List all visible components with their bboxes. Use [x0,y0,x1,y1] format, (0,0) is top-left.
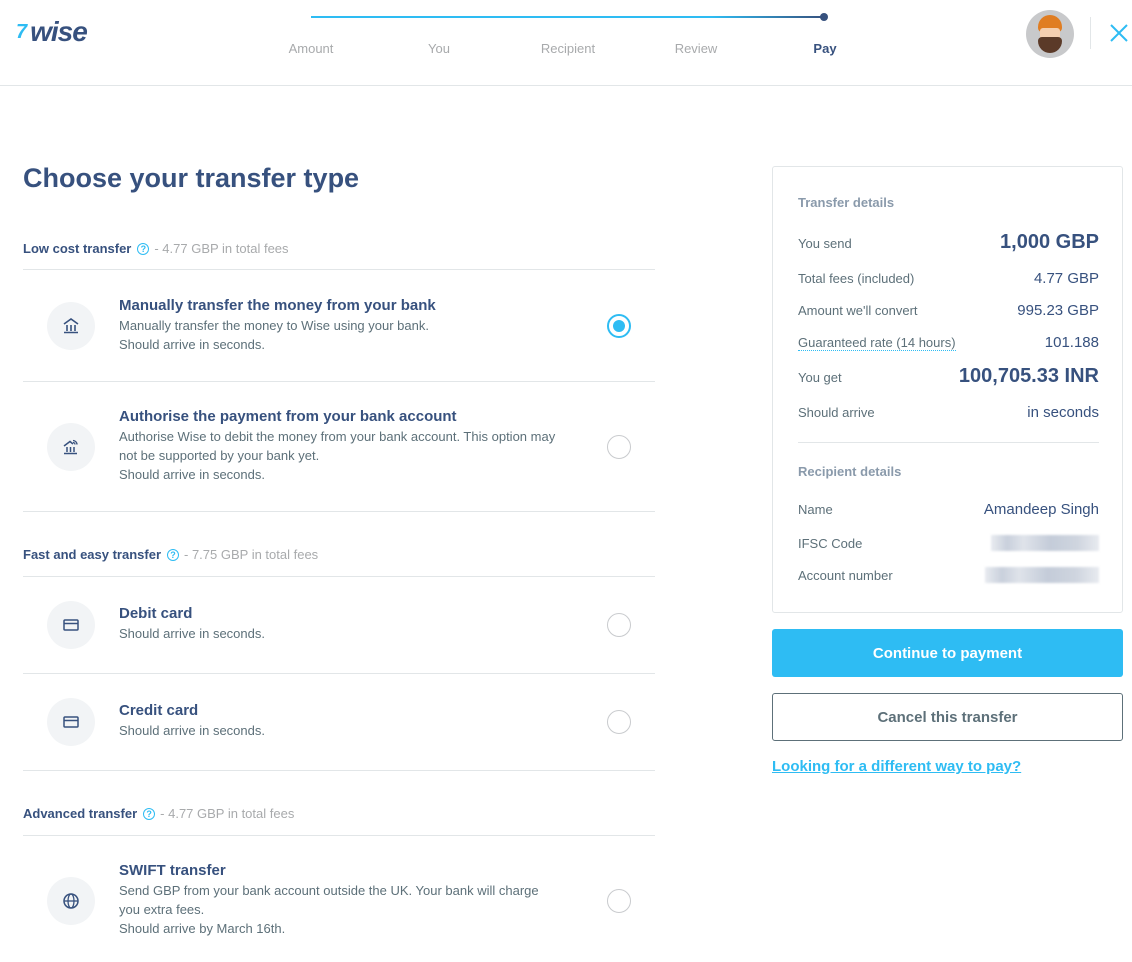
row-value: 100,705.33 INR [958,365,1099,387]
radio-debit-card[interactable] [607,613,631,637]
row-key: Account number [798,567,893,583]
transfer-summary-card: Transfer details You send 1,000 GBP Tota… [772,166,1123,613]
stepper-track [311,16,825,18]
stepper-current-dot [820,13,828,21]
transfer-details-label: Transfer details [798,195,895,210]
option-desc: Authorise Wise to debit the money from y… [119,429,556,463]
recipient-details-label: Recipient details [798,464,902,479]
radio-authorise-bank-payment[interactable] [607,435,631,459]
section-fast-easy: Fast and easy transfer ? - 7.75 GBP in t… [23,547,318,562]
option-title: Credit card [119,702,199,719]
option-credit-card[interactable]: Credit card Should arrive in seconds. [23,674,655,770]
close-button[interactable] [1108,22,1130,44]
row-key: You send [798,236,852,251]
row-key: Name [798,502,833,517]
option-text: Manually transfer the money from your ba… [119,296,559,354]
cancel-transfer-button[interactable]: Cancel this transfer [772,693,1123,741]
close-icon [1110,24,1128,42]
option-eta: Should arrive in seconds. [119,337,265,352]
option-authorise-bank-payment[interactable]: Authorise the payment from your bank acc… [23,382,655,511]
header-divider [1090,17,1091,49]
redacted-value [985,567,1099,583]
option-title: Manually transfer the money from your ba… [119,297,436,314]
row-recipient-name: Name Amandeep Singh [798,501,1099,518]
section-name: Fast and easy transfer [23,547,162,562]
avatar-beard [1038,37,1062,53]
row-you-send: You send 1,000 GBP [798,231,1099,254]
bank-wireless-icon [47,423,95,471]
option-swift-transfer[interactable]: SWIFT transfer Send GBP from your bank a… [23,836,655,962]
continue-to-payment-button[interactable]: Continue to payment [772,629,1123,677]
wise-wordmark: wise [30,16,88,47]
row-value: Amandeep Singh [983,501,1099,518]
row-ifsc-code: IFSC Code [798,535,1099,551]
step-review[interactable]: Review [675,41,718,56]
section-name: Advanced transfer [23,806,138,821]
step-pay: Pay [813,41,837,56]
radio-credit-card[interactable] [607,710,631,734]
row-key: Should arrive [798,405,875,420]
row-key: Total fees (included) [798,271,915,286]
row-total-fees: Total fees (included) 4.77 GBP [798,270,1099,287]
option-text: Authorise the payment from your bank acc… [119,407,559,484]
option-eta: Should arrive by March 16th. [119,921,286,936]
option-text: Credit card Should arrive in seconds. [119,701,559,740]
guaranteed-rate-link[interactable]: Guaranteed rate (14 hours) [798,335,956,351]
radio-swift-transfer[interactable] [607,889,631,913]
step-recipient[interactable]: Recipient [541,41,595,56]
option-manual-bank-transfer[interactable]: Manually transfer the money from your ba… [23,270,655,381]
row-guaranteed-rate: Guaranteed rate (14 hours) 101.188 [798,334,1099,351]
option-title: Authorise the payment from your bank acc… [119,408,457,425]
option-debit-card[interactable]: Debit card Should arrive in seconds. [23,577,655,673]
help-icon[interactable]: ? [143,807,156,820]
option-text: Debit card Should arrive in seconds. [119,604,559,643]
user-avatar[interactable] [1026,10,1074,58]
option-text: SWIFT transfer Send GBP from your bank a… [119,861,559,938]
section-fee: - 4.77 GBP in total fees [154,241,289,256]
wise-flag-icon: 7 [16,21,28,43]
card-icon [47,698,95,746]
top-header: 7 wise Amount You Recipient Review Pay [0,0,1132,86]
option-eta: Should arrive in seconds. [119,467,265,482]
different-way-to-pay-link[interactable]: Looking for a different way to pay? [772,758,1021,775]
page-title: Choose your transfer type [23,163,360,193]
section-name: Low cost transfer [23,241,132,256]
option-title: Debit card [119,605,193,622]
option-title: SWIFT transfer [119,862,226,879]
section-advanced: Advanced transfer ? - 4.77 GBP in total … [23,806,294,821]
step-amount[interactable]: Amount [289,41,334,56]
section-low-cost: Low cost transfer ? - 4.77 GBP in total … [23,241,289,256]
card-icon [47,601,95,649]
option-eta: Should arrive in seconds. [119,626,265,641]
redacted-value [991,535,1099,551]
option-eta: Should arrive in seconds. [119,723,265,738]
option-desc: Manually transfer the money to Wise usin… [119,318,429,333]
row-key: You get [798,370,842,385]
summary-divider [798,442,1099,443]
progress-stepper: Amount You Recipient Review Pay [289,10,850,70]
row-value: 4.77 GBP [1033,270,1099,287]
divider [23,511,655,512]
row-key: Amount we'll convert [798,303,918,318]
row-amount-convert: Amount we'll convert 995.23 GBP [798,302,1099,319]
help-icon[interactable]: ? [137,242,150,255]
globe-icon [47,877,95,925]
row-value: 995.23 GBP [1017,302,1099,319]
section-fee: - 7.75 GBP in total fees [184,547,319,562]
row-you-get: You get 100,705.33 INR [798,365,1099,388]
help-icon[interactable]: ? [167,548,180,561]
row-value: 1,000 GBP [1000,231,1099,253]
wise-logo[interactable]: 7 wise [16,16,88,47]
row-value: 101.188 [1044,334,1099,351]
divider [23,770,655,771]
option-desc: Send GBP from your bank account outside … [119,883,539,917]
row-key: IFSC Code [798,535,863,551]
radio-manual-bank-transfer[interactable] [607,314,631,338]
section-fee: - 4.77 GBP in total fees [160,806,295,821]
step-you[interactable]: You [428,41,450,56]
row-value: in seconds [1027,404,1099,421]
row-account-number: Account number [798,567,1099,583]
row-should-arrive: Should arrive in seconds [798,404,1099,421]
bank-icon [47,302,95,350]
